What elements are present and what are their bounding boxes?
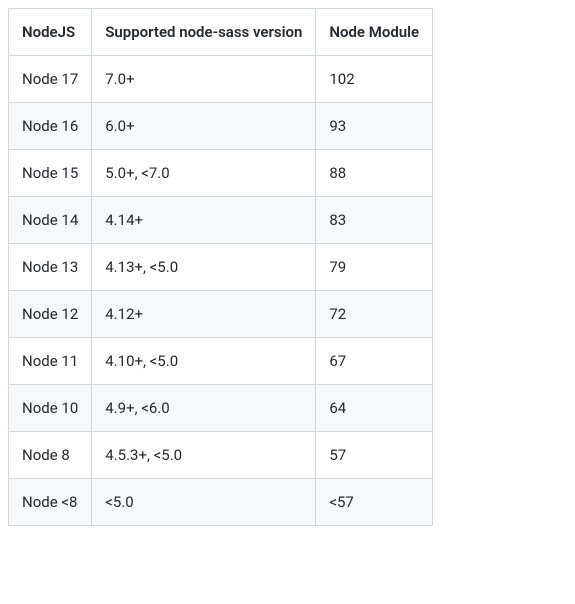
- table-header-row: NodeJS Supported node-sass version Node …: [9, 9, 433, 56]
- cell-nodejs: Node 8: [9, 432, 92, 479]
- table-row: Node 17 7.0+ 102: [9, 56, 433, 103]
- cell-module: 72: [316, 291, 433, 338]
- cell-nodejs: Node 10: [9, 385, 92, 432]
- cell-sass: 5.0+, <7.0: [92, 150, 316, 197]
- cell-nodejs: Node 17: [9, 56, 92, 103]
- cell-module: <57: [316, 479, 433, 526]
- cell-sass: 7.0+: [92, 56, 316, 103]
- table-row: Node 16 6.0+ 93: [9, 103, 433, 150]
- cell-sass: 4.14+: [92, 197, 316, 244]
- table-row: Node 13 4.13+, <5.0 79: [9, 244, 433, 291]
- cell-sass: 4.9+, <6.0: [92, 385, 316, 432]
- cell-sass: <5.0: [92, 479, 316, 526]
- table-row: Node 10 4.9+, <6.0 64: [9, 385, 433, 432]
- cell-module: 83: [316, 197, 433, 244]
- cell-sass: 6.0+: [92, 103, 316, 150]
- header-node-module: Node Module: [316, 9, 433, 56]
- compatibility-table: NodeJS Supported node-sass version Node …: [8, 8, 568, 526]
- cell-sass: 4.10+, <5.0: [92, 338, 316, 385]
- table-row: Node 12 4.12+ 72: [9, 291, 433, 338]
- cell-module: 93: [316, 103, 433, 150]
- cell-module: 102: [316, 56, 433, 103]
- cell-sass: 4.12+: [92, 291, 316, 338]
- cell-module: 79: [316, 244, 433, 291]
- cell-nodejs: Node 14: [9, 197, 92, 244]
- header-sass-version: Supported node-sass version: [92, 9, 316, 56]
- cell-module: 88: [316, 150, 433, 197]
- header-nodejs: NodeJS: [9, 9, 92, 56]
- cell-sass: 4.13+, <5.0: [92, 244, 316, 291]
- cell-sass: 4.5.3+, <5.0: [92, 432, 316, 479]
- table-row: Node <8 <5.0 <57: [9, 479, 433, 526]
- table-row: Node 8 4.5.3+, <5.0 57: [9, 432, 433, 479]
- cell-module: 57: [316, 432, 433, 479]
- table-row: Node 11 4.10+, <5.0 67: [9, 338, 433, 385]
- cell-module: 64: [316, 385, 433, 432]
- cell-module: 67: [316, 338, 433, 385]
- table-row: Node 14 4.14+ 83: [9, 197, 433, 244]
- cell-nodejs: Node 13: [9, 244, 92, 291]
- cell-nodejs: Node <8: [9, 479, 92, 526]
- table-row: Node 15 5.0+, <7.0 88: [9, 150, 433, 197]
- cell-nodejs: Node 11: [9, 338, 92, 385]
- cell-nodejs: Node 15: [9, 150, 92, 197]
- cell-nodejs: Node 16: [9, 103, 92, 150]
- cell-nodejs: Node 12: [9, 291, 92, 338]
